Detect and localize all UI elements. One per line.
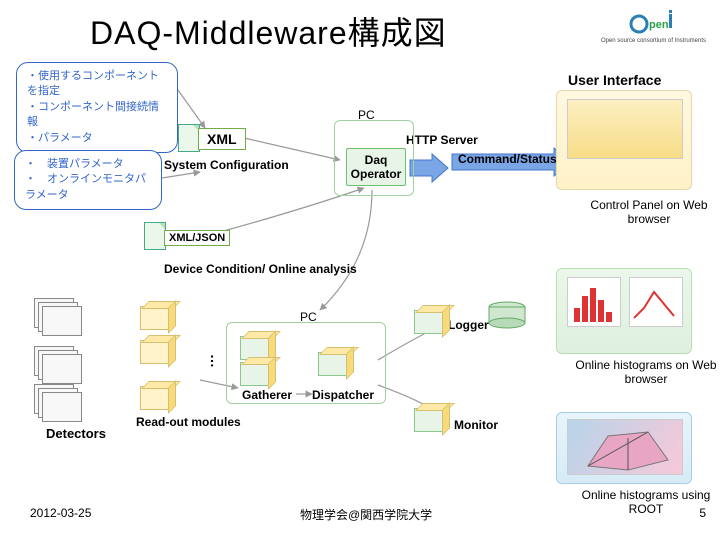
footer-venue: 物理学会@関西学院大学 xyxy=(300,506,432,523)
page-number: 5 xyxy=(699,506,706,520)
readout-cube-3 xyxy=(140,386,170,410)
hist-web-chart-2-icon xyxy=(629,277,683,327)
user-interface-label: User Interface xyxy=(568,72,661,88)
control-panel-label: Control Panel on Web browser xyxy=(578,198,720,227)
logger-label: Logger xyxy=(448,318,489,332)
page-title: DAQ-Middleware構成図 xyxy=(90,8,447,54)
callout-params: ・ 装置パラメータ ・ オンラインモニタパラメータ xyxy=(14,150,162,210)
xmljson-label: XML/JSON xyxy=(164,230,230,246)
hist-web-chart-1-icon xyxy=(567,277,621,327)
ui-panel xyxy=(556,90,692,190)
online-histogram-root-label: Online histograms using ROOT xyxy=(572,488,720,517)
footer-date: 2012-03-25 xyxy=(30,506,91,520)
dispatcher-cube xyxy=(318,352,348,376)
device-condition-label: Device Condition/ Online analysis xyxy=(164,262,357,276)
vertical-ellipsis: … xyxy=(208,354,224,366)
svg-text:pen: pen xyxy=(649,19,669,31)
monitor-label: Monitor xyxy=(454,418,498,432)
http-server-label: HTTP Server xyxy=(406,134,478,147)
xml-file-icon xyxy=(178,124,200,152)
system-configuration-label: System Configuration xyxy=(164,158,289,172)
root-3d-hist-icon xyxy=(567,419,683,475)
readout-cube-1 xyxy=(140,306,170,330)
histogram-root-panel xyxy=(556,412,692,484)
pc-box-top xyxy=(334,120,414,196)
command-status-label: Command/Status xyxy=(458,152,557,166)
gatherer-cube-2 xyxy=(240,362,270,386)
openit-logo-icon: pen xyxy=(629,6,677,36)
disk-icon xyxy=(486,300,528,330)
logger-cube xyxy=(414,310,444,334)
ui-screenshot-icon xyxy=(567,99,683,159)
logo: pen Open source consortium of Instrument… xyxy=(601,6,706,44)
xml-label: XML xyxy=(198,128,246,150)
xmljson-file-icon xyxy=(144,222,166,250)
histogram-web-panel xyxy=(556,268,692,354)
logo-tagline: Open source consortium of Instruments xyxy=(601,38,706,44)
monitor-cube xyxy=(414,408,444,432)
online-histogram-web-label: Online histograms on Web browser xyxy=(572,358,720,387)
readout-modules-label: Read-out modules xyxy=(136,415,241,429)
readout-cube-2 xyxy=(140,340,170,364)
detectors-label: Detectors xyxy=(46,426,106,441)
callout-spec: ・使用するコンポーネントを指定 ・コンポーネント間接続情報 ・パラメータ xyxy=(16,62,178,153)
